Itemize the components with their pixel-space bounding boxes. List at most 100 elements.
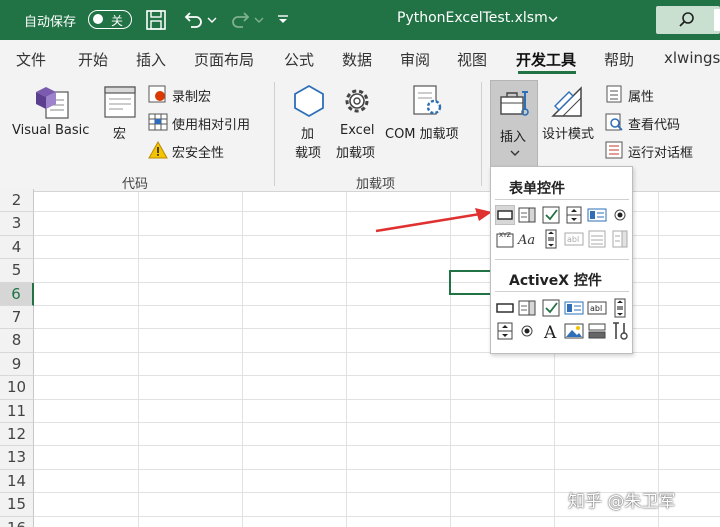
row-header[interactable]: 15 [0,493,34,517]
row-gridline [34,445,720,447]
customize-toolbar-icon[interactable] [276,13,290,27]
chevron-down-icon[interactable] [548,13,558,25]
row-header[interactable]: 2 [0,189,34,213]
row-gridline [34,468,720,470]
form-text-field-icon: abl [564,229,584,249]
form-button-icon[interactable] [495,205,515,225]
warning-icon [148,141,168,159]
form-label-icon[interactable]: Aa [517,229,537,249]
add-ins-button-line2[interactable]: 载项 [295,142,321,161]
svg-text:abl: abl [590,304,602,313]
row-header[interactable]: 12 [0,423,34,447]
menu-separator [495,199,629,200]
tab-data[interactable]: 数据 [342,49,372,70]
row-header[interactable]: 5 [0,259,34,283]
view-code-button[interactable]: 查看代码 [628,114,680,133]
visual-basic-button[interactable]: Visual Basic [12,123,89,138]
row-header[interactable]: 7 [0,306,34,330]
tab-formulas[interactable]: 公式 [284,49,314,70]
activex-combo-box-icon[interactable] [517,298,537,318]
add-ins-icon [294,84,324,118]
svg-text:A: A [543,323,557,341]
relative-references-icon [148,113,168,131]
activex-toggle-button-icon[interactable] [587,321,607,341]
row-header[interactable]: 4 [0,235,34,260]
form-check-box-icon[interactable] [541,205,561,225]
autosave-toggle[interactable]: 关 [88,10,132,29]
tab-view[interactable]: 视图 [457,49,487,70]
com-add-ins-button[interactable]: COM 加载项 [385,123,459,142]
insert-label: 插入 [500,130,527,145]
svg-text:abl: abl [567,235,579,244]
activex-text-box-icon[interactable]: abl [587,298,607,318]
row-gridline [34,422,720,423]
row-header[interactable]: 3 [0,212,34,236]
chevron-down-icon [510,150,520,156]
form-controls-title: 表单控件 [509,181,565,197]
view-code-icon [605,113,623,131]
visual-basic-icon [36,87,69,119]
column-gridline [242,192,243,527]
excel-add-ins-button-line2[interactable]: 加载项 [336,142,375,161]
title-bar: 自动保存 关 PythonExcelTest.xlsm [0,0,720,40]
form-list-box-icon[interactable] [587,205,607,225]
tab-home[interactable]: 开始 [78,49,108,70]
row-header[interactable]: 13 [0,446,34,470]
activex-button-icon[interactable] [495,298,515,318]
row-gridline [34,398,720,400]
tab-xlwings[interactable]: xlwings [664,49,720,67]
svg-text:Aa: Aa [517,233,535,248]
tab-file[interactable]: 文件 [16,49,46,70]
tab-developer[interactable]: 开发工具 [516,49,576,70]
tab-review[interactable]: 审阅 [400,49,430,70]
record-macro-button[interactable]: 录制宏 [172,86,211,105]
tab-page-layout[interactable]: 页面布局 [194,49,254,70]
properties-button[interactable]: 属性 [628,86,654,105]
row-header[interactable]: 6 [0,282,34,306]
excel-add-ins-button[interactable]: Excel [340,123,374,138]
design-mode-button[interactable]: 设计模式 [542,123,594,142]
save-icon[interactable] [144,8,168,32]
tab-help[interactable]: 帮助 [604,49,634,70]
activex-check-box-icon[interactable] [541,298,561,318]
form-combo-drop-edit-icon [610,229,630,249]
macros-button[interactable]: 宏 [113,123,126,142]
group-separator [481,82,482,186]
search-box[interactable] [656,6,720,34]
undo-icon[interactable] [182,8,206,32]
insert-controls-menu: 表单控件 XYZ Aa abl ActiveX 控件 abl A [490,166,633,354]
activex-scroll-bar-icon[interactable] [610,298,630,318]
form-option-button-icon[interactable] [610,205,630,225]
red-arrow-annotation [375,208,492,233]
activex-option-button-icon[interactable] [517,321,537,341]
activex-label-icon[interactable]: A [541,321,561,343]
activex-list-box-icon[interactable] [564,298,584,318]
form-scroll-bar-icon[interactable] [541,229,561,249]
menu-separator [495,291,629,292]
chevron-down-icon[interactable] [207,13,217,27]
toggle-knob [93,14,103,24]
relative-references-button[interactable]: 使用相对引用 [172,114,250,133]
autosave-state: 关 [111,14,124,28]
macro-security-button[interactable]: 宏安全性 [172,142,224,161]
macros-icon [104,86,136,118]
tab-insert[interactable]: 插入 [136,49,166,70]
run-dialog-button[interactable]: 运行对话框 [628,142,693,161]
form-combo-box-icon[interactable] [517,205,537,225]
activex-more-controls-icon[interactable] [610,321,630,341]
row-header[interactable]: 16 [0,516,34,527]
row-header[interactable]: 8 [0,329,34,353]
group-label-code: 代码 [122,177,149,192]
row-header[interactable]: 11 [0,399,34,423]
form-spin-button-icon[interactable] [564,205,584,225]
row-header[interactable]: 10 [0,376,34,400]
insert-controls-button[interactable]: 插入 [490,80,538,168]
activex-spin-button-icon[interactable] [495,321,515,341]
svg-text:XYZ: XYZ [499,232,511,239]
row-header[interactable]: 9 [0,352,34,377]
row-header[interactable]: 14 [0,469,34,494]
activex-image-icon[interactable] [564,321,584,341]
design-mode-icon [551,86,582,117]
form-group-box-icon[interactable]: XYZ [495,229,515,249]
add-ins-button[interactable]: 加 [301,123,314,142]
